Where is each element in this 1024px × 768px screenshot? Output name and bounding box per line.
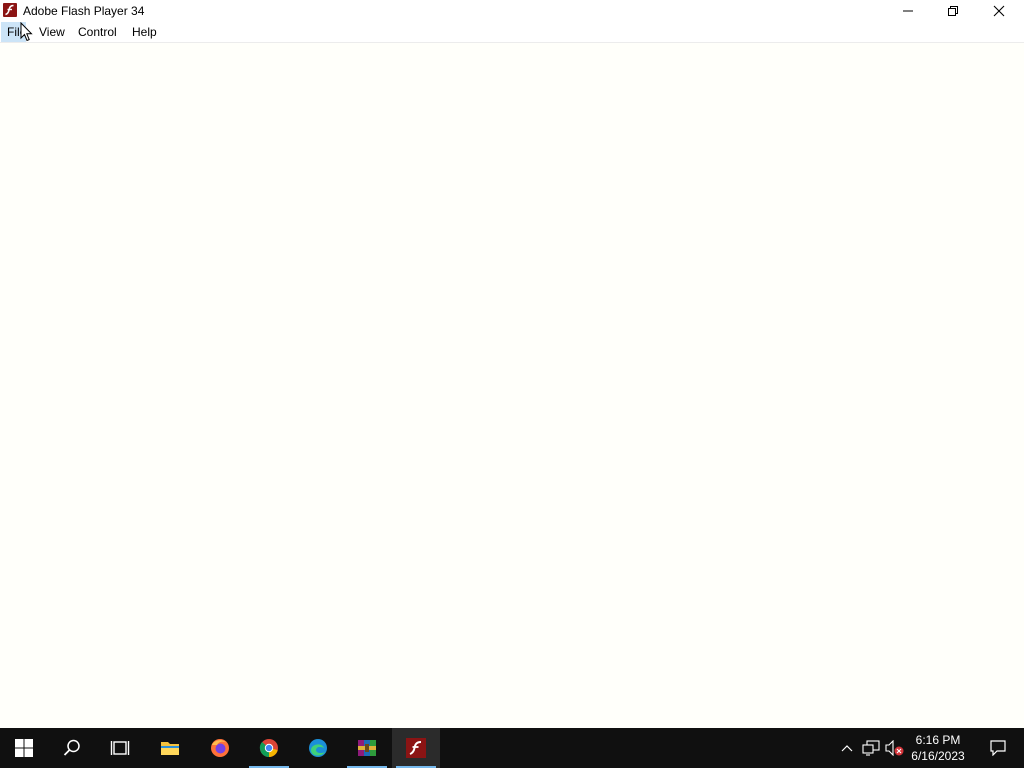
volume-tray-button[interactable]	[884, 728, 906, 768]
start-button[interactable]	[0, 728, 48, 768]
chevron-up-icon	[841, 745, 853, 752]
volume-muted-icon	[885, 740, 904, 756]
flash-player-window: Adobe Flash Player 34 File View Control …	[0, 0, 1024, 728]
restore-button[interactable]	[930, 0, 976, 22]
winrar-icon	[358, 740, 376, 756]
window-title: Adobe Flash Player 34	[23, 4, 145, 18]
taskbar: 6:16 PM 6/16/2023	[0, 728, 1024, 768]
close-button[interactable]	[976, 0, 1022, 22]
flash-icon	[406, 738, 426, 758]
taskbar-file-explorer[interactable]	[146, 728, 194, 768]
taskbar-winrar[interactable]	[343, 728, 391, 768]
edge-icon	[309, 739, 327, 757]
folder-icon	[161, 742, 179, 755]
search-icon	[63, 739, 80, 756]
close-icon	[993, 5, 1005, 17]
menu-bar: File View Control Help	[0, 22, 1024, 43]
minimize-button[interactable]	[885, 0, 931, 22]
network-icon	[862, 740, 880, 756]
taskbar-firefox[interactable]	[196, 728, 244, 768]
firefox-icon	[211, 739, 229, 757]
clock-time: 6:16 PM	[915, 733, 961, 747]
minimize-icon	[903, 10, 913, 12]
search-button[interactable]	[48, 728, 96, 768]
show-hidden-icons-button[interactable]	[836, 728, 858, 768]
menu-view[interactable]: View	[33, 22, 71, 42]
task-view-icon	[110, 741, 130, 755]
menu-help[interactable]: Help	[126, 22, 163, 42]
network-tray-button[interactable]	[860, 728, 882, 768]
notification-icon	[990, 740, 1006, 756]
taskbar-edge[interactable]	[294, 728, 342, 768]
mouse-cursor-icon	[20, 22, 33, 42]
menu-control[interactable]: Control	[72, 22, 123, 42]
action-center-button[interactable]	[978, 728, 1018, 768]
task-view-button[interactable]	[96, 728, 144, 768]
flash-app-icon[interactable]	[3, 3, 17, 17]
taskbar-clock[interactable]: 6:16 PM 6/16/2023	[906, 732, 970, 764]
taskbar-chrome[interactable]	[245, 728, 293, 768]
taskbar-flash-player[interactable]	[392, 728, 440, 768]
chrome-icon	[259, 739, 278, 757]
windows-logo-icon	[15, 739, 33, 757]
clock-date: 6/16/2023	[911, 749, 965, 763]
restore-icon	[948, 6, 958, 16]
flash-stage[interactable]	[0, 43, 1024, 728]
title-bar[interactable]: Adobe Flash Player 34	[0, 0, 1024, 22]
